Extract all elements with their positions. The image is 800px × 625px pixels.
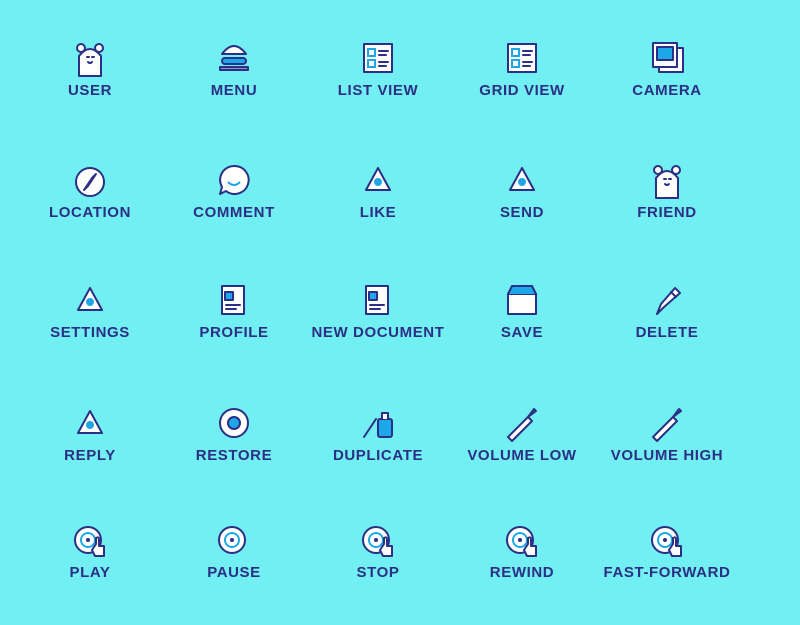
- icon-label: RESTORE: [195, 447, 273, 464]
- icon-tile[interactable]: REPLY: [15, 403, 165, 464]
- icon-tile[interactable]: RESTORE: [159, 403, 309, 464]
- icon-label: VOLUME LOW: [467, 447, 577, 464]
- icon-tile[interactable]: GRID VIEW: [447, 38, 597, 99]
- icon-label: GRID VIEW: [479, 82, 565, 99]
- grid-view-icon: [507, 43, 537, 73]
- icon-tile[interactable]: FAST-FORWARD: [592, 520, 742, 581]
- icon-label: REPLY: [64, 447, 116, 464]
- icon-label: LIST VIEW: [337, 82, 419, 99]
- icon-tile[interactable]: REWIND: [447, 520, 597, 581]
- notebook-pen-icon: [365, 285, 389, 315]
- box-icon: [507, 285, 537, 315]
- burger-icon: [219, 45, 249, 71]
- lifebuoy-icon: [219, 408, 249, 438]
- icon-label: PROFILE: [199, 324, 269, 341]
- icon-tile[interactable]: NEW DOCUMENT: [303, 280, 453, 341]
- disc-hold-icon: [362, 526, 393, 557]
- icon-tile[interactable]: VOLUME LOW: [447, 403, 597, 464]
- icon-tile[interactable]: PAUSE: [159, 520, 309, 581]
- icon-tile[interactable]: PROFILE: [159, 280, 309, 341]
- icon-tile[interactable]: CAMERA: [592, 38, 742, 99]
- icon-tile[interactable]: SAVE: [447, 280, 597, 341]
- disc-icon: [218, 526, 246, 554]
- disc-rewind-icon: [506, 526, 537, 557]
- icon-label: DUPLICATE: [332, 447, 424, 464]
- bear-wink-icon: [653, 165, 681, 199]
- glue-brush-icon: [363, 412, 393, 438]
- disc-hand-icon: [74, 526, 105, 557]
- icon-label: USER: [67, 82, 113, 99]
- icon-label: SETTINGS: [50, 324, 130, 341]
- icon-tile[interactable]: LIKE: [303, 160, 453, 221]
- pointing-hand-icon: [77, 287, 103, 311]
- paper-bird-icon: [509, 167, 535, 191]
- bear-icon: [76, 43, 104, 77]
- icon-label: SEND: [499, 204, 545, 221]
- icon-tile[interactable]: SEND: [447, 160, 597, 221]
- compass-icon: [75, 167, 105, 197]
- speech-bubble-icon: [219, 164, 250, 195]
- icon-tile[interactable]: DELETE: [592, 280, 742, 341]
- icon-label: NEW DOCUMENT: [311, 324, 445, 341]
- icon-tile[interactable]: LOCATION: [15, 160, 165, 221]
- icon-label: STOP: [356, 564, 400, 581]
- list-view-icon: [363, 43, 393, 73]
- icon-label: COMMENT: [193, 204, 275, 221]
- disc-forward-icon: [651, 526, 682, 557]
- icon-tile[interactable]: USER: [15, 38, 165, 99]
- pencil-icon: [656, 287, 681, 315]
- icon-label: DELETE: [635, 324, 699, 341]
- icon-label: REWIND: [489, 564, 555, 581]
- icon-label: FAST-FORWARD: [603, 564, 731, 581]
- trumpet-icon: [507, 408, 537, 442]
- icon-tile[interactable]: LIST VIEW: [303, 38, 453, 99]
- icon-label: LOCATION: [48, 204, 131, 221]
- icon-label: VOLUME HIGH: [610, 447, 724, 464]
- icon-tile[interactable]: VOLUME HIGH: [592, 403, 742, 464]
- icon-label: FRIEND: [637, 204, 697, 221]
- icon-label: PLAY: [69, 564, 111, 581]
- icon-label: MENU: [210, 82, 258, 99]
- icon-tile[interactable]: DUPLICATE: [303, 403, 453, 464]
- icon-label: PAUSE: [207, 564, 261, 581]
- icon-tile[interactable]: PLAY: [15, 520, 165, 581]
- icon-label: SAVE: [500, 324, 544, 341]
- id-card-icon: [221, 285, 245, 315]
- icon-tile[interactable]: MENU: [159, 38, 309, 99]
- photo-icon: [652, 42, 684, 73]
- icon-label: CAMERA: [632, 82, 702, 99]
- bottle-message-icon: [77, 410, 103, 434]
- icon-tile[interactable]: FRIEND: [592, 160, 742, 221]
- icon-tile[interactable]: SETTINGS: [15, 280, 165, 341]
- icon-tile[interactable]: STOP: [303, 520, 453, 581]
- icon-label: LIKE: [359, 204, 397, 221]
- rock-hand-icon: [365, 167, 391, 191]
- icon-tile[interactable]: COMMENT: [159, 160, 309, 221]
- trumpet-loud-icon: [652, 408, 682, 442]
